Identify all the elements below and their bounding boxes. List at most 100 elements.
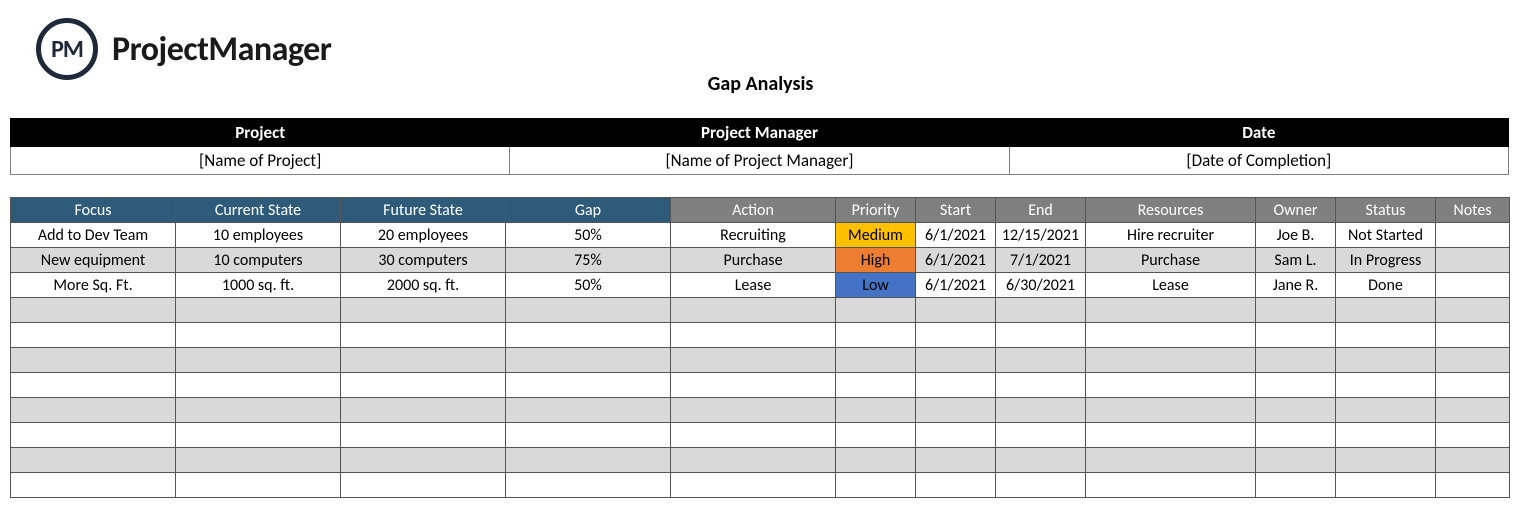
cell-focus[interactable]	[11, 323, 176, 348]
cell-notes[interactable]	[1436, 348, 1510, 373]
cell-status[interactable]	[1336, 473, 1436, 498]
cell-owner[interactable]	[1256, 423, 1336, 448]
cell-focus[interactable]	[11, 373, 176, 398]
cell-focus[interactable]	[11, 348, 176, 373]
cell-notes[interactable]	[1436, 423, 1510, 448]
cell-notes[interactable]	[1436, 398, 1510, 423]
meta-cell-date[interactable]: [Date of Completion]	[1009, 147, 1508, 175]
cell-owner[interactable]	[1256, 373, 1336, 398]
cell-focus[interactable]	[11, 448, 176, 473]
cell-end[interactable]	[996, 348, 1086, 373]
cell-owner[interactable]	[1256, 448, 1336, 473]
cell-focus[interactable]: More Sq. Ft.	[11, 273, 176, 298]
cell-gap[interactable]	[506, 423, 671, 448]
cell-status[interactable]	[1336, 423, 1436, 448]
cell-owner[interactable]: Sam L.	[1256, 248, 1336, 273]
cell-end[interactable]	[996, 448, 1086, 473]
cell-future[interactable]	[341, 373, 506, 398]
cell-owner[interactable]: Jane R.	[1256, 273, 1336, 298]
cell-notes[interactable]	[1436, 448, 1510, 473]
cell-resources[interactable]	[1086, 373, 1256, 398]
cell-priority[interactable]	[836, 423, 916, 448]
cell-status[interactable]	[1336, 398, 1436, 423]
cell-notes[interactable]	[1436, 248, 1510, 273]
cell-priority[interactable]	[836, 373, 916, 398]
cell-action[interactable]	[671, 348, 836, 373]
cell-action[interactable]	[671, 323, 836, 348]
cell-focus[interactable]	[11, 473, 176, 498]
cell-resources[interactable]: Hire recruiter	[1086, 223, 1256, 248]
cell-end[interactable]	[996, 423, 1086, 448]
cell-gap[interactable]	[506, 448, 671, 473]
cell-priority[interactable]	[836, 323, 916, 348]
cell-action[interactable]: Purchase	[671, 248, 836, 273]
cell-focus[interactable]	[11, 398, 176, 423]
cell-current[interactable]	[176, 373, 341, 398]
cell-gap[interactable]: 75%	[506, 248, 671, 273]
cell-future[interactable]	[341, 448, 506, 473]
cell-action[interactable]	[671, 373, 836, 398]
cell-notes[interactable]	[1436, 223, 1510, 248]
cell-status[interactable]: In Progress	[1336, 248, 1436, 273]
cell-current[interactable]: 10 employees	[176, 223, 341, 248]
cell-status[interactable]	[1336, 323, 1436, 348]
cell-gap[interactable]	[506, 323, 671, 348]
cell-end[interactable]	[996, 473, 1086, 498]
cell-gap[interactable]	[506, 473, 671, 498]
cell-owner[interactable]: Joe B.	[1256, 223, 1336, 248]
cell-status[interactable]: Not Started	[1336, 223, 1436, 248]
meta-cell-project[interactable]: [Name of Project]	[11, 147, 510, 175]
cell-future[interactable]: 30 computers	[341, 248, 506, 273]
cell-current[interactable]	[176, 323, 341, 348]
cell-start[interactable]	[916, 373, 996, 398]
cell-notes[interactable]	[1436, 373, 1510, 398]
cell-gap[interactable]: 50%	[506, 273, 671, 298]
cell-end[interactable]: 7/1/2021	[996, 248, 1086, 273]
cell-gap[interactable]	[506, 298, 671, 323]
cell-priority[interactable]	[836, 398, 916, 423]
cell-priority[interactable]	[836, 298, 916, 323]
cell-focus[interactable]: New equipment	[11, 248, 176, 273]
cell-current[interactable]	[176, 398, 341, 423]
cell-priority[interactable]: Medium	[836, 223, 916, 248]
cell-gap[interactable]	[506, 348, 671, 373]
cell-resources[interactable]	[1086, 348, 1256, 373]
cell-future[interactable]	[341, 423, 506, 448]
cell-end[interactable]	[996, 398, 1086, 423]
cell-current[interactable]	[176, 423, 341, 448]
cell-start[interactable]	[916, 348, 996, 373]
cell-end[interactable]: 6/30/2021	[996, 273, 1086, 298]
cell-priority[interactable]	[836, 448, 916, 473]
cell-current[interactable]	[176, 298, 341, 323]
cell-current[interactable]: 10 computers	[176, 248, 341, 273]
cell-focus[interactable]	[11, 423, 176, 448]
cell-owner[interactable]	[1256, 323, 1336, 348]
cell-notes[interactable]	[1436, 473, 1510, 498]
cell-owner[interactable]	[1256, 473, 1336, 498]
cell-resources[interactable]	[1086, 448, 1256, 473]
cell-start[interactable]	[916, 298, 996, 323]
cell-notes[interactable]	[1436, 323, 1510, 348]
cell-gap[interactable]	[506, 373, 671, 398]
cell-end[interactable]	[996, 373, 1086, 398]
cell-future[interactable]	[341, 398, 506, 423]
cell-resources[interactable]: Purchase	[1086, 248, 1256, 273]
cell-resources[interactable]	[1086, 398, 1256, 423]
cell-owner[interactable]	[1256, 398, 1336, 423]
cell-end[interactable]	[996, 298, 1086, 323]
cell-resources[interactable]	[1086, 423, 1256, 448]
cell-current[interactable]: 1000 sq. ft.	[176, 273, 341, 298]
cell-end[interactable]: 12/15/2021	[996, 223, 1086, 248]
cell-start[interactable]	[916, 323, 996, 348]
cell-priority[interactable]	[836, 348, 916, 373]
cell-resources[interactable]	[1086, 298, 1256, 323]
cell-status[interactable]: Done	[1336, 273, 1436, 298]
cell-resources[interactable]: Lease	[1086, 273, 1256, 298]
meta-cell-manager[interactable]: [Name of Project Manager]	[510, 147, 1009, 175]
cell-action[interactable]	[671, 398, 836, 423]
cell-end[interactable]	[996, 323, 1086, 348]
cell-future[interactable]	[341, 323, 506, 348]
cell-resources[interactable]	[1086, 323, 1256, 348]
cell-future[interactable]: 2000 sq. ft.	[341, 273, 506, 298]
cell-action[interactable]	[671, 423, 836, 448]
